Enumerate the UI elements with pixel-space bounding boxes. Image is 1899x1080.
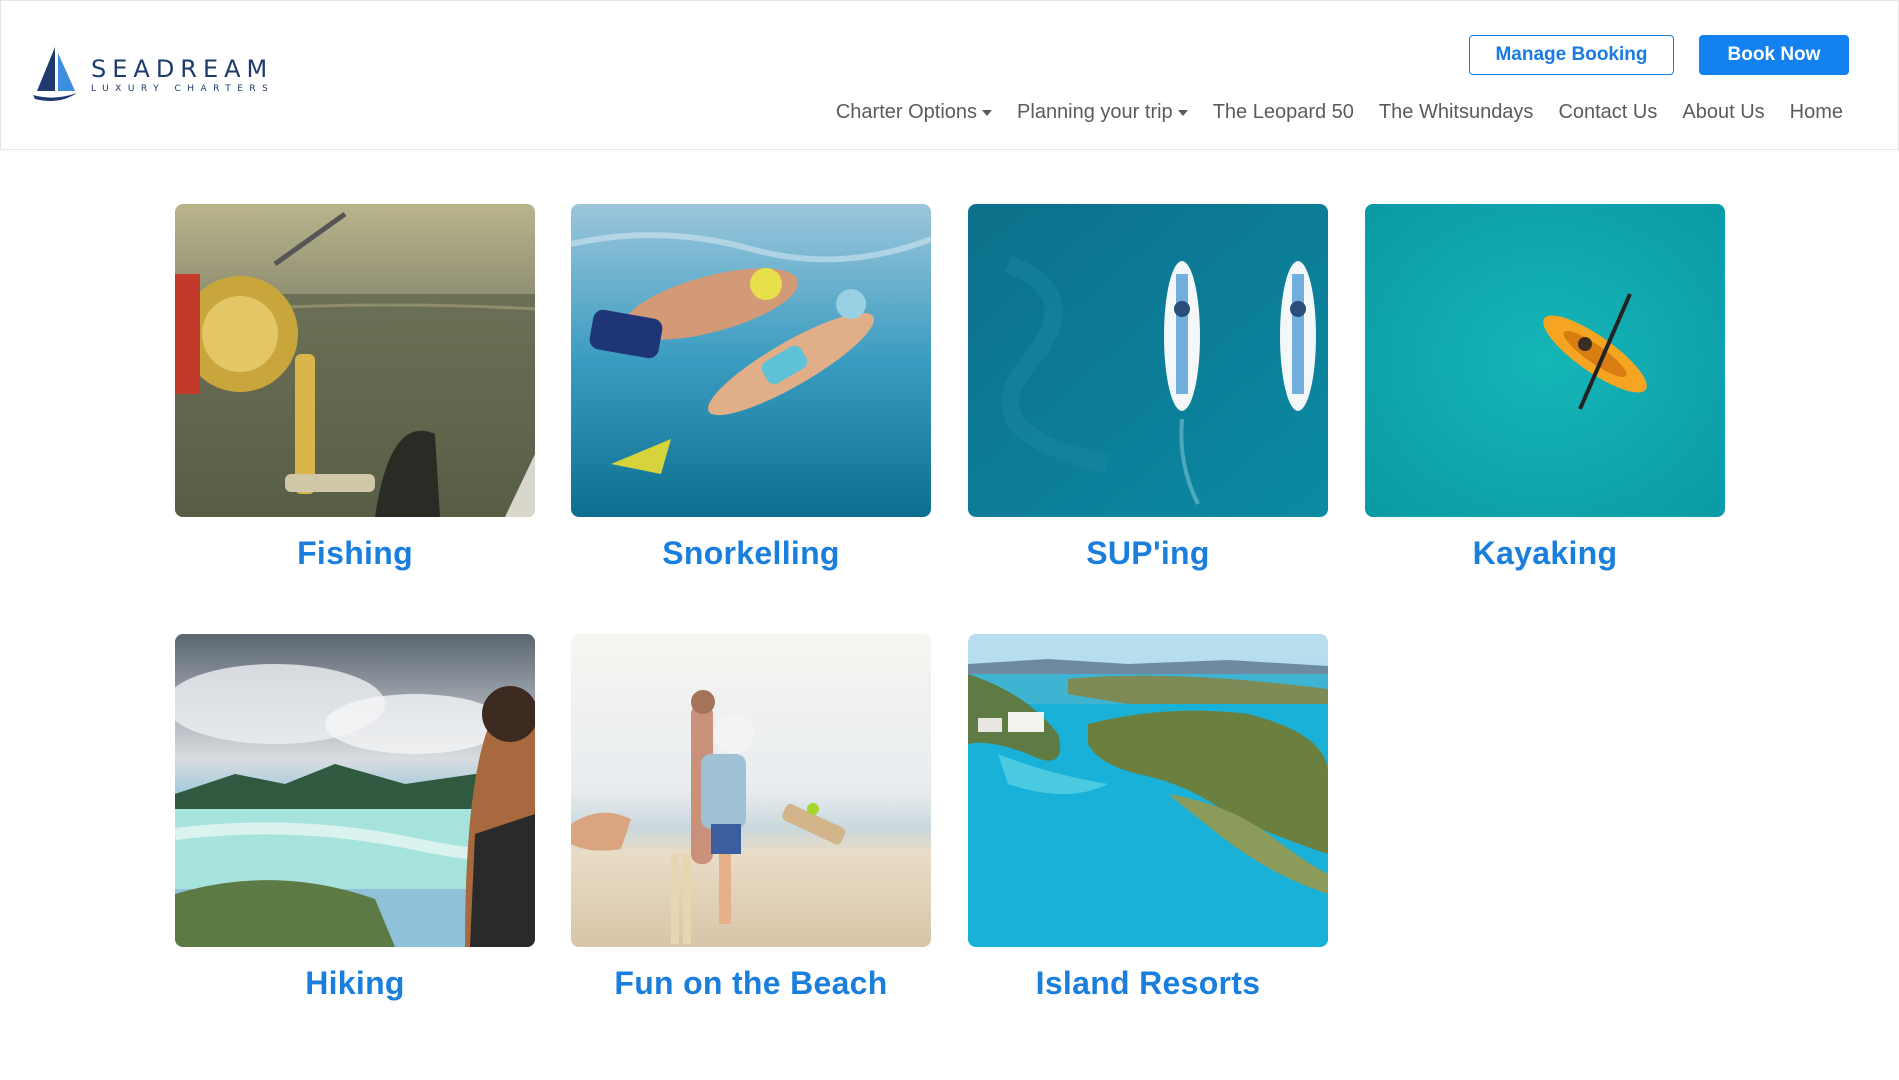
island-resort-aerial-photo[interactable] — [968, 634, 1328, 947]
book-now-button[interactable]: Book Now — [1699, 35, 1849, 75]
activity-card-kayaking[interactable]: Kayaking — [1365, 204, 1725, 572]
paddleboarders-aerial-photo[interactable] — [968, 204, 1328, 517]
kayak-aerial-photo[interactable] — [1365, 204, 1725, 517]
nav-item-whitsundays[interactable]: The Whitsundays — [1379, 101, 1534, 124]
nav-item-label: Charter Options — [835, 101, 978, 123]
activity-card-fishing[interactable]: Fishing — [175, 204, 535, 572]
nav-item-label: About Us — [1682, 101, 1765, 123]
fishing-reel-photo[interactable] — [175, 204, 535, 517]
main-nav: Charter Options Planning your trip The L… — [811, 101, 1843, 124]
activity-card-suping[interactable]: SUP'ing — [968, 204, 1328, 572]
brand-logo[interactable]: SEADREAM LUXURY CHARTERS — [29, 45, 274, 105]
nav-item-label: The Whitsundays — [1378, 101, 1534, 123]
activity-title: SUP'ing — [1086, 535, 1210, 571]
beach-cricket-photo[interactable] — [571, 634, 931, 947]
manage-booking-button[interactable]: Manage Booking — [1469, 35, 1674, 75]
nav-item-about-us[interactable]: About Us — [1682, 101, 1764, 124]
caret-down-icon — [1177, 109, 1188, 116]
brand-name: SEADREAM — [91, 55, 274, 83]
hiking-lookout-photo[interactable] — [175, 634, 535, 947]
activity-title: Fishing — [297, 535, 413, 571]
nav-item-home[interactable]: Home — [1790, 101, 1843, 124]
activity-title: Hiking — [305, 965, 405, 1001]
activity-title: Fun on the Beach — [614, 965, 888, 1001]
nav-item-label: Home — [1789, 101, 1843, 123]
nav-item-leopard-50[interactable]: The Leopard 50 — [1213, 101, 1354, 124]
nav-item-contact-us[interactable]: Contact Us — [1558, 101, 1657, 124]
activity-card-hiking[interactable]: Hiking — [175, 634, 535, 1002]
brand-text: SEADREAM LUXURY CHARTERS — [91, 56, 274, 94]
activity-card-fun-on-the-beach[interactable]: Fun on the Beach — [571, 634, 931, 1002]
activity-card-snorkelling[interactable]: Snorkelling — [571, 204, 931, 572]
nav-item-charter-options[interactable]: Charter Options — [835, 101, 993, 124]
activity-card-island-resorts[interactable]: Island Resorts — [968, 634, 1328, 1002]
site-header: SEADREAM LUXURY CHARTERS Manage Booking … — [0, 0, 1899, 150]
activity-title: Kayaking — [1472, 535, 1618, 571]
nav-item-label: Contact Us — [1558, 101, 1658, 123]
activity-title: Island Resorts — [1035, 965, 1261, 1001]
nav-item-label: The Leopard 50 — [1212, 101, 1354, 123]
nav-item-planning-your-trip[interactable]: Planning your trip — [1017, 101, 1188, 124]
sailboat-logo-icon — [33, 47, 77, 101]
snorkelling-couple-photo[interactable] — [571, 204, 931, 517]
nav-item-label: Planning your trip — [1017, 101, 1173, 123]
activity-title: Snorkelling — [662, 535, 840, 571]
caret-down-icon — [982, 109, 993, 116]
brand-tagline: LUXURY CHARTERS — [91, 84, 275, 94]
